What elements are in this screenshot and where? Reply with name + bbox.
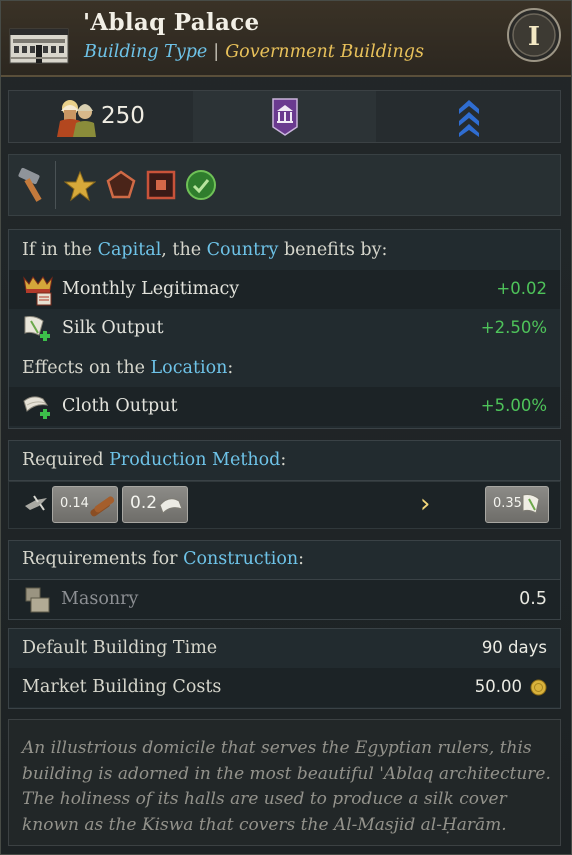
build-time-label: Default Building Time [22, 638, 218, 658]
construction-link[interactable]: Construction [183, 549, 298, 569]
building-subtitle: Building Type | Government Buildings [84, 42, 424, 62]
production-heading: Required Production Method: [22, 450, 287, 470]
production-heading-box: Required Production Method: [8, 440, 561, 481]
market-cost-row: Market Building Costs 50.00 [9, 668, 560, 707]
production-method-link[interactable]: Production Method [109, 450, 280, 470]
tag-divider [55, 161, 56, 209]
capital-link[interactable]: Capital [98, 240, 162, 260]
lumber-icon [90, 496, 115, 517]
fabric-icon [159, 498, 183, 514]
build-time-value: 90 days [481, 638, 547, 657]
construction-heading-box: Requirements for Construction: [8, 540, 561, 580]
effect-row-legitimacy: Monthly Legitimacy +0.02 [9, 270, 560, 309]
location-link[interactable]: Location [151, 358, 228, 378]
market-cost-value: 50.00 [474, 677, 522, 696]
input-wood-chip[interactable]: 0.14 [52, 486, 118, 523]
input-cloth-chip[interactable]: 0.2 [122, 486, 188, 523]
flavor-text-box: An illustrious domicile that serves the … [8, 719, 561, 846]
production-method-row: 0.14 0.2 › 0.35 [8, 481, 561, 529]
silk-output-icon [522, 494, 540, 514]
subtitle-separator: | [213, 42, 220, 62]
building-stats-row: 250 [8, 90, 561, 143]
output-silk-chip[interactable]: 0.35 [485, 486, 549, 523]
gold-coin-icon [530, 679, 547, 696]
construction-heading: Requirements for Construction: [22, 549, 305, 569]
tier-badge-icon: I [507, 8, 561, 62]
building-cost-box: Default Building Time 90 days Market Bui… [8, 628, 561, 709]
estate-cell [193, 91, 376, 142]
flavor-text: An illustrious domicile that serves the … [22, 738, 551, 835]
hammer-icon[interactable] [16, 167, 50, 203]
effects-panel: If in the Capital, the Country benefits … [8, 229, 561, 429]
capital-effects-heading: If in the Capital, the Country benefits … [22, 240, 388, 260]
upgrade-cell [377, 91, 560, 142]
effect-value: +5.00% [480, 396, 547, 415]
building-type-link[interactable]: Building Type [84, 42, 207, 62]
effect-value: +0.02 [496, 279, 547, 298]
government-building-icon [272, 98, 298, 136]
silk-icon [24, 316, 50, 341]
population-icon [57, 100, 96, 137]
requirement-value: 0.5 [519, 589, 547, 609]
country-link[interactable]: Country [207, 240, 279, 260]
masonry-icon [25, 587, 50, 613]
requirement-label: Masonry [61, 589, 139, 609]
effect-label: Silk Output [62, 318, 164, 338]
build-time-row: Default Building Time 90 days [9, 629, 560, 668]
star-icon[interactable] [64, 170, 96, 202]
pentagon-icon[interactable] [106, 170, 136, 200]
market-cost-label: Market Building Costs [22, 677, 222, 697]
legitimacy-icon [23, 276, 53, 306]
construction-requirement-row: Masonry 0.5 [8, 579, 561, 620]
square-badge-icon[interactable] [146, 170, 176, 200]
building-tags-row [8, 154, 561, 216]
cloth-icon [23, 396, 50, 419]
effect-row-silk: Silk Output +2.50% [9, 309, 560, 348]
effect-label: Monthly Legitimacy [62, 279, 240, 299]
building-category[interactable]: Government Buildings [225, 42, 424, 62]
pop-cost-cell: 250 [9, 91, 192, 142]
chevron-rank-icon [459, 100, 479, 137]
palace-icon [9, 28, 69, 64]
effect-label: Cloth Output [62, 396, 178, 416]
location-effects-heading: Effects on the Location: [22, 358, 234, 378]
pop-cost-value: 250 [101, 103, 145, 129]
check-circle-icon[interactable] [185, 169, 217, 201]
building-title: 'Ablaq Palace [83, 9, 260, 36]
tier-numeral: I [528, 22, 540, 52]
effect-value: +2.50% [480, 318, 547, 337]
production-method-icon[interactable] [22, 490, 50, 518]
arrow-right-icon: › [420, 489, 431, 519]
effect-row-cloth: Cloth Output +5.00% [9, 387, 560, 426]
building-tooltip: 'Ablaq Palace Building Type | Government B… [0, 0, 572, 855]
tooltip-header: 'Ablaq Palace Building Type | Government B… [1, 1, 571, 77]
